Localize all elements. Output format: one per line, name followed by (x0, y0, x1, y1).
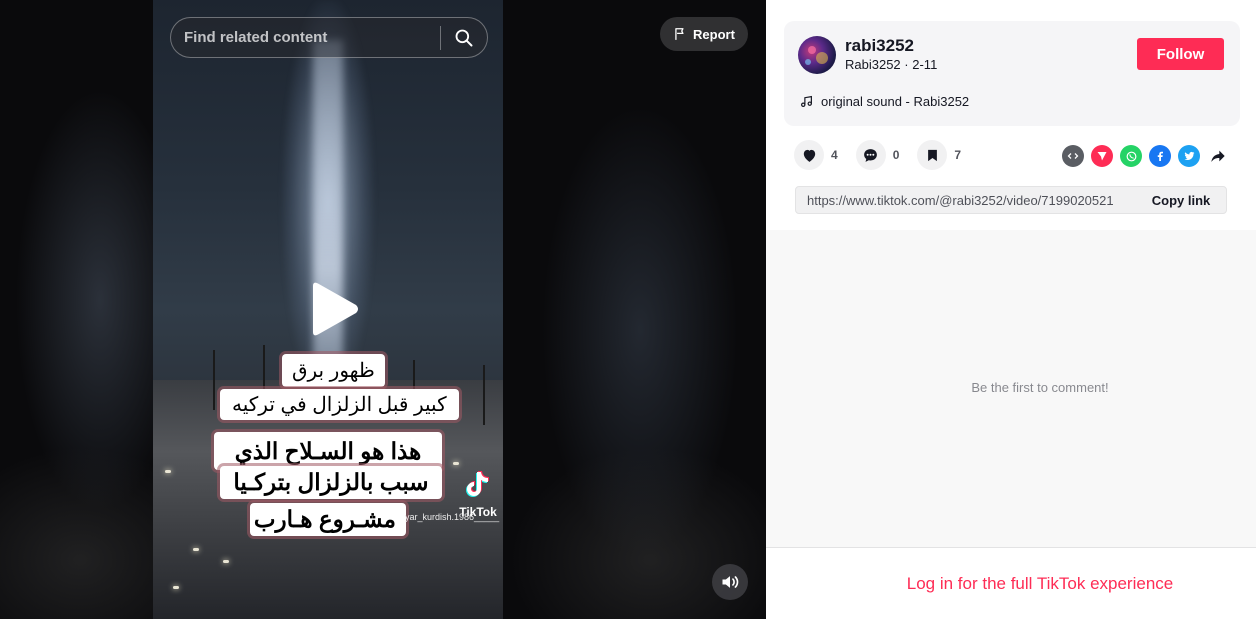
post-date: 2-11 (912, 57, 938, 72)
comment-button[interactable]: 0 (855, 140, 900, 170)
empty-comments-text: Be the first to comment! (971, 380, 1109, 395)
report-label: Report (693, 26, 735, 42)
watermark-username: yar_kurdish.1986_____ (405, 512, 500, 522)
stats-row: 4 0 7 (794, 140, 979, 170)
twitter-icon[interactable] (1178, 145, 1200, 167)
details-pane: rabi3252 Rabi3252 · 2-11 Follow original… (766, 0, 1256, 619)
bookmark-icon (928, 149, 937, 161)
flag-icon (675, 28, 684, 40)
send-icon[interactable] (1091, 145, 1113, 167)
video-link-box: https://www.tiktok.com/@rabi3252/video/7… (795, 186, 1227, 214)
tiktok-logo-icon (466, 471, 489, 497)
follow-button[interactable]: Follow (1137, 38, 1224, 70)
heart-icon (803, 149, 815, 162)
video-info-section: rabi3252 Rabi3252 · 2-11 Follow original… (766, 0, 1256, 230)
facebook-icon[interactable] (1149, 145, 1171, 167)
caption-line-3: هذا هو السـلاح الذي (214, 432, 442, 470)
login-link[interactable]: Log in for the full TikTok experience (907, 574, 1173, 594)
caption-line-2: كبير قبل الزلزال في تركيه (220, 389, 459, 420)
embed-icon[interactable] (1062, 145, 1084, 167)
author-nickname: Rabi3252 (845, 57, 901, 72)
music-note-icon (801, 95, 812, 107)
search-input[interactable] (171, 18, 440, 57)
whatsapp-icon[interactable] (1120, 145, 1142, 167)
share-arrow-icon[interactable] (1207, 145, 1229, 167)
comment-count: 0 (892, 148, 900, 162)
music-title: original sound - Rabi3252 (821, 94, 970, 109)
report-button[interactable]: Report (660, 17, 748, 51)
login-bar: Log in for the full TikTok experience (766, 547, 1256, 619)
video-link-url[interactable]: https://www.tiktok.com/@rabi3252/video/7… (796, 193, 1136, 208)
comment-icon (864, 148, 878, 162)
volume-button[interactable] (712, 564, 748, 600)
author-card: rabi3252 Rabi3252 · 2-11 Follow original… (784, 21, 1240, 126)
video-pane: Report ظهور برق كبير قبل الزلزال في تركي… (0, 0, 766, 619)
music-link[interactable]: original sound - Rabi3252 (800, 94, 969, 109)
separator-dot: · (904, 57, 909, 72)
caption-line-5: مشـروع هـارب (250, 503, 406, 536)
search-icon (455, 29, 473, 46)
save-count: 7 (954, 148, 962, 162)
like-button[interactable]: 4 (794, 140, 838, 170)
volume-icon (722, 576, 739, 588)
share-row (1062, 145, 1229, 167)
search-button[interactable] (441, 18, 487, 57)
author-subtitle: Rabi3252 · 2-11 (845, 57, 937, 72)
copy-link-button[interactable]: Copy link (1136, 193, 1226, 208)
caption-line-1: ظهور برق (282, 354, 385, 387)
save-button[interactable]: 7 (917, 140, 961, 170)
like-count: 4 (831, 148, 838, 162)
search-box (170, 17, 488, 58)
avatar[interactable] (798, 36, 836, 74)
author-username[interactable]: rabi3252 (845, 36, 914, 56)
play-icon[interactable] (305, 280, 361, 338)
caption-line-4: سبب بالزلزال بتركـيا (220, 466, 442, 499)
